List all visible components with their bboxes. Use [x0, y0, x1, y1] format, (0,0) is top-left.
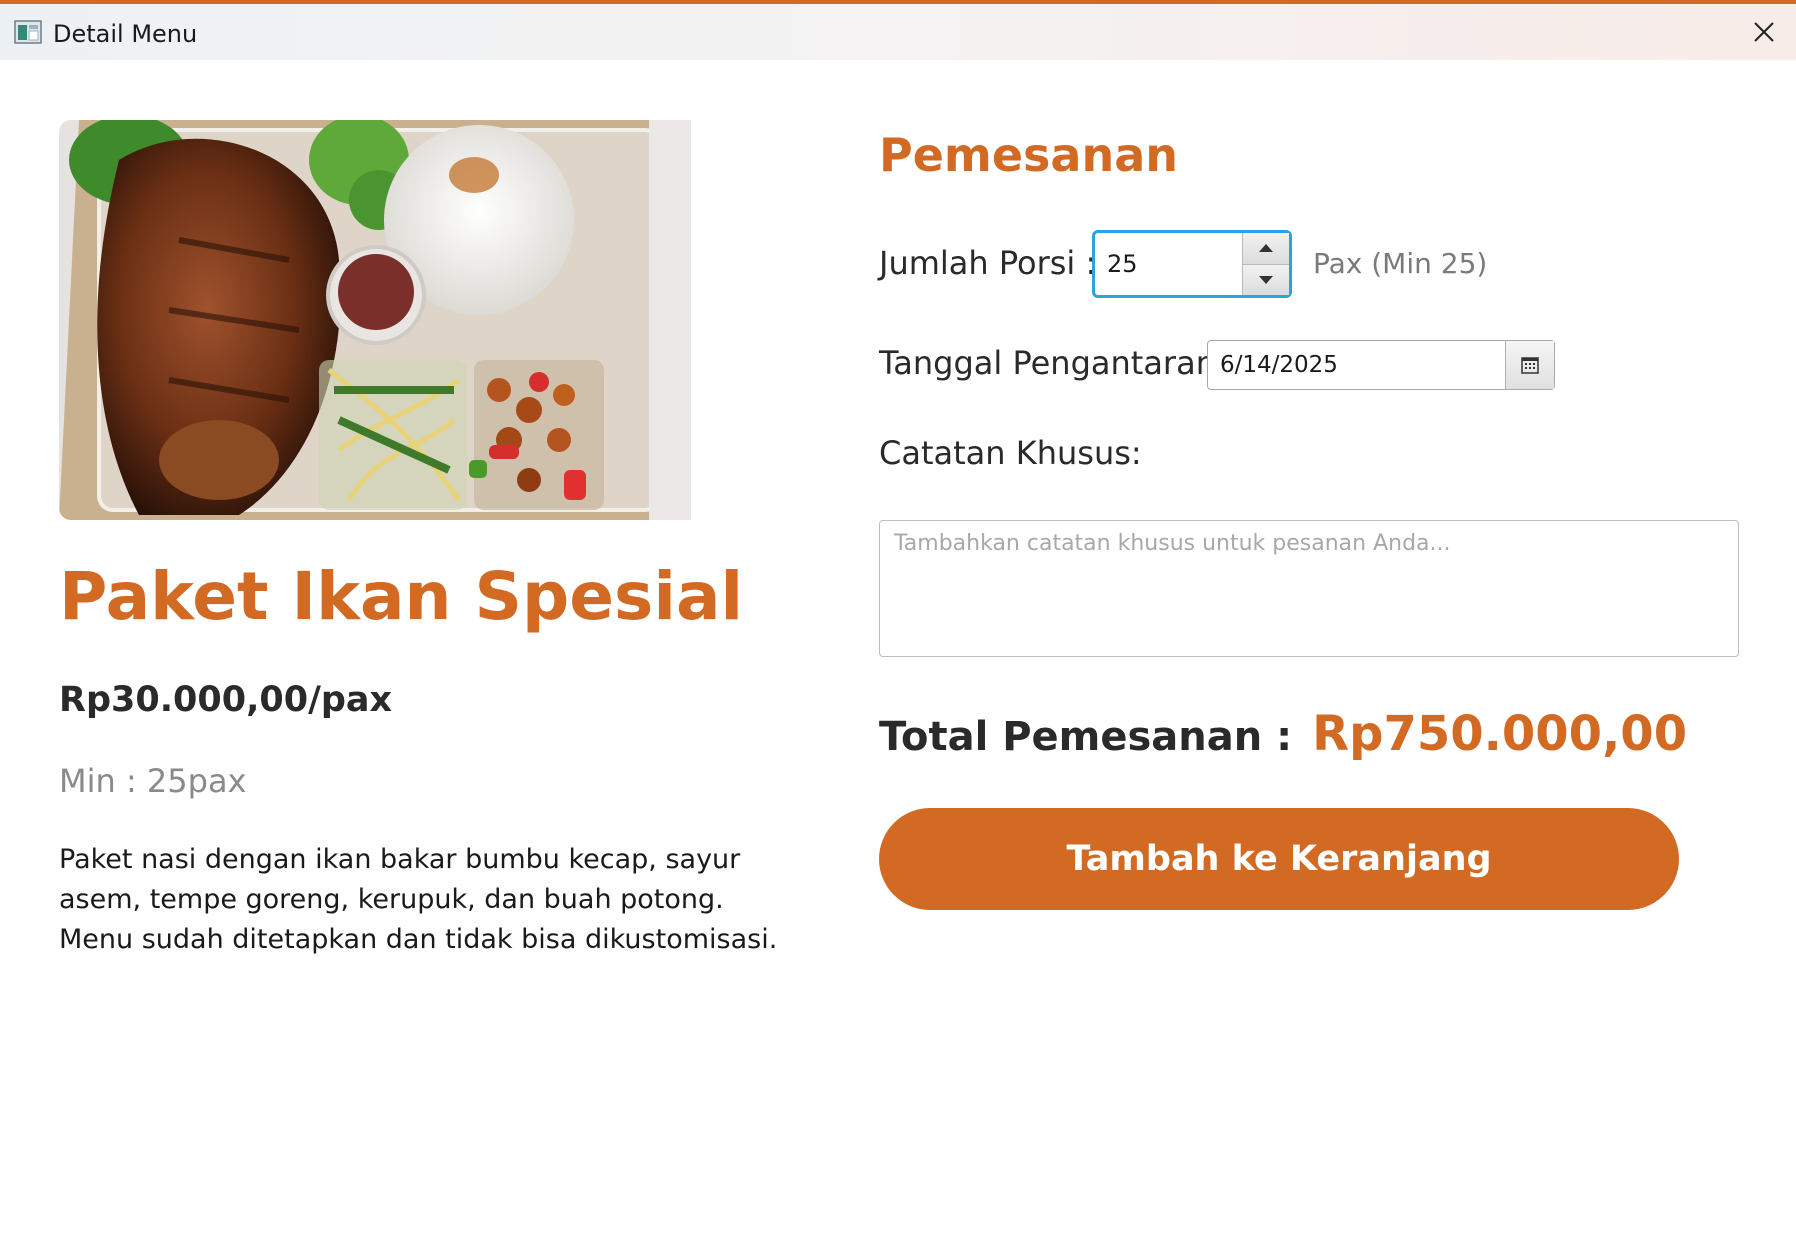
spinner-down-button[interactable] [1243, 263, 1289, 295]
delivery-date-input[interactable] [1208, 341, 1505, 389]
delivery-date-picker[interactable] [1207, 340, 1555, 390]
title-bar: Detail Menu [0, 0, 1796, 60]
minimum-order-label: Min : 25pax [59, 762, 247, 800]
product-price: Rp30.000,00/pax [59, 680, 393, 720]
spinner-up-icon [1259, 244, 1273, 253]
order-heading: Pemesanan [879, 128, 1178, 182]
close-button[interactable] [1732, 4, 1796, 60]
notes-label: Catatan Khusus: [879, 434, 1142, 472]
window-title: Detail Menu [53, 20, 198, 48]
product-description: Paket nasi dengan ikan bakar bumbu kecap… [59, 844, 778, 955]
spinner-up-button[interactable] [1243, 233, 1289, 264]
notes-textarea[interactable] [879, 520, 1739, 657]
total-value: Rp750.000,00 [1312, 706, 1688, 762]
close-icon [1754, 22, 1774, 42]
portion-spinner[interactable] [1092, 230, 1292, 298]
product-title: Paket Ikan Spesial [59, 558, 744, 635]
portion-label: Jumlah Porsi : [879, 244, 1097, 282]
calendar-button[interactable] [1505, 341, 1554, 389]
portion-input[interactable] [1095, 233, 1242, 295]
food-photo [59, 120, 691, 520]
spinner-down-icon [1259, 275, 1273, 284]
order-total: Total Pemesanan : Rp750.000,00 [879, 706, 1687, 762]
total-label: Total Pemesanan : [879, 714, 1293, 760]
portion-hint: Pax (Min 25) [1313, 247, 1488, 280]
delivery-date-label: Tanggal Pengantaran: [879, 344, 1227, 382]
calendar-icon [1521, 357, 1539, 374]
window: Detail Menu Paket Ikan Spesial Rp30.000,… [0, 0, 1796, 1259]
spinner-buttons [1242, 233, 1289, 295]
app-icon [14, 20, 42, 44]
add-to-cart-button[interactable]: Tambah ke Keranjang [879, 808, 1679, 910]
